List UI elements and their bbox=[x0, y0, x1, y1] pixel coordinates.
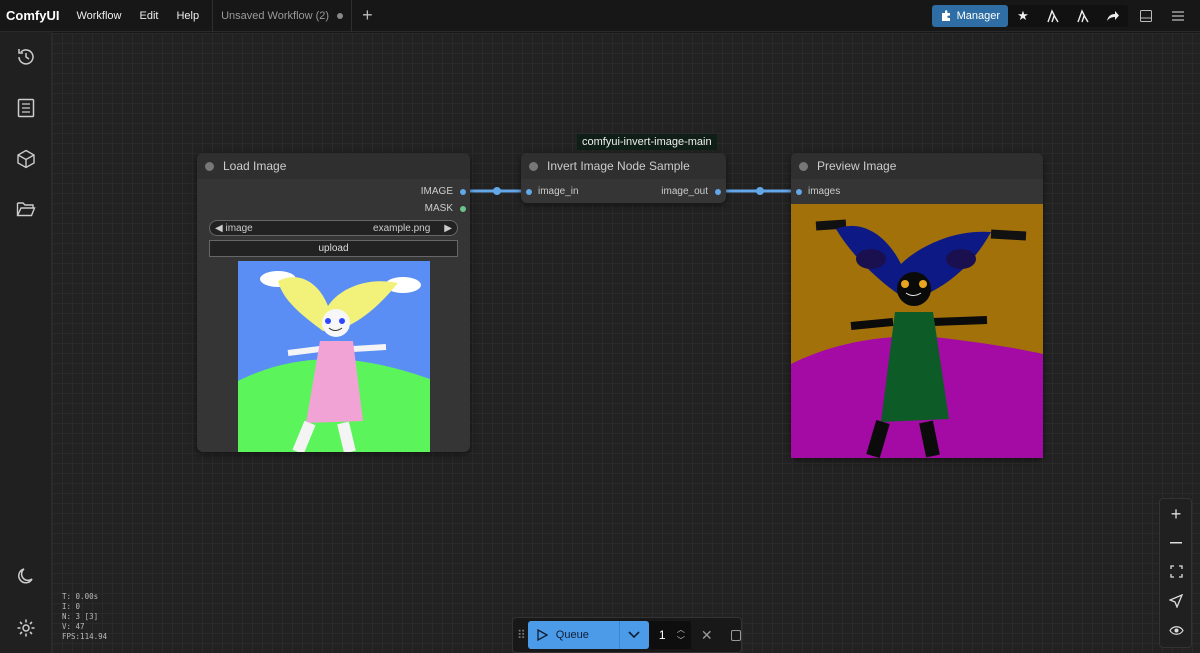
invert-node-title-bar[interactable]: Invert Image Node Sample bbox=[521, 153, 726, 179]
render-stats: T: 0.00s I: 0 N: 3 [3] V: 47 FPS:114.94 bbox=[62, 592, 107, 642]
stat-time: T: 0.00s bbox=[62, 592, 99, 601]
collapse-dot-icon[interactable] bbox=[799, 161, 808, 171]
collapse-dot-icon[interactable] bbox=[529, 161, 538, 171]
image-widget-label: image bbox=[225, 222, 253, 234]
stat-fps: FPS:114.94 bbox=[62, 632, 108, 641]
zoom-out-minus-icon[interactable] bbox=[1166, 533, 1186, 553]
image-widget-value: example.png bbox=[373, 222, 431, 234]
stat-v: V: 47 bbox=[62, 622, 85, 631]
link-midpoint-2 bbox=[756, 187, 764, 195]
output-image-out-label: image_out bbox=[661, 186, 708, 197]
image-combo-widget[interactable]: ◀ image example.png ▶ bbox=[209, 220, 458, 236]
output-image-slot[interactable]: IMAGE bbox=[421, 186, 466, 197]
increment-chevron-icon[interactable]: ︿ bbox=[677, 624, 685, 635]
preview-node-title-bar[interactable]: Preview Image bbox=[791, 153, 1043, 179]
combo-left-arrow-icon[interactable]: ◀ image bbox=[215, 223, 253, 234]
stop-square-icon[interactable] bbox=[730, 629, 741, 641]
output-image-out-dot[interactable] bbox=[715, 188, 721, 195]
batch-count-input[interactable]: 1 ︿ ﹀ bbox=[648, 621, 691, 649]
stat-nodes: N: 3 [3] bbox=[62, 612, 99, 621]
output-mask-dot[interactable] bbox=[460, 205, 466, 212]
queue-button[interactable]: Queue bbox=[527, 621, 623, 649]
fit-view-icon[interactable] bbox=[1166, 561, 1186, 581]
output-image-dot[interactable] bbox=[460, 188, 466, 195]
toggle-links-eye-icon[interactable] bbox=[1166, 620, 1186, 640]
load-image-node[interactable]: Load Image IMAGE MASK ◀ image example.pn… bbox=[197, 153, 470, 452]
invert-image-node[interactable]: Invert Image Node Sample image_in image_… bbox=[521, 153, 726, 203]
preview-node-title: Preview Image bbox=[817, 159, 897, 173]
upload-button[interactable]: upload bbox=[209, 240, 458, 257]
decrement-chevron-icon[interactable]: ﹀ bbox=[677, 635, 685, 646]
play-icon bbox=[537, 629, 548, 641]
input-images-label: images bbox=[808, 186, 841, 197]
output-image-label: IMAGE bbox=[420, 186, 453, 197]
zoom-in-plus-icon[interactable]: + bbox=[1166, 504, 1186, 524]
queue-dropdown-chevron-icon[interactable] bbox=[618, 621, 649, 649]
collapse-dot-icon[interactable] bbox=[205, 161, 214, 171]
invert-node-title: Invert Image Node Sample bbox=[547, 159, 690, 173]
input-image-in-slot[interactable]: image_in bbox=[526, 186, 579, 197]
load-image-title: Load Image bbox=[223, 159, 287, 173]
queue-toolbar: ⠿ Queue 1 ︿ ﹀ ✕ bbox=[512, 617, 742, 653]
cancel-x-icon[interactable]: ✕ bbox=[701, 627, 713, 644]
output-mask-label: MASK bbox=[424, 203, 453, 214]
canvas-controls: + bbox=[1159, 498, 1192, 648]
queue-label: Queue bbox=[555, 629, 589, 641]
input-image-in-dot[interactable] bbox=[526, 188, 532, 195]
output-mask-slot[interactable]: MASK bbox=[425, 203, 466, 214]
output-image-preview bbox=[791, 204, 1043, 458]
load-image-title-bar[interactable]: Load Image bbox=[197, 153, 470, 179]
input-image-preview bbox=[238, 261, 430, 452]
preview-image-node[interactable]: Preview Image images bbox=[791, 153, 1043, 458]
input-images-dot[interactable] bbox=[796, 188, 802, 195]
input-image-in-label: image_in bbox=[538, 186, 579, 197]
stat-i: I: 0 bbox=[62, 602, 81, 611]
select-mode-arrow-icon[interactable] bbox=[1166, 591, 1186, 611]
drag-handle-icon[interactable]: ⠿ bbox=[517, 628, 526, 642]
input-images-slot[interactable]: images bbox=[796, 186, 840, 197]
combo-right-arrow-icon[interactable]: ▶ bbox=[444, 223, 452, 234]
link-midpoint-1 bbox=[493, 187, 501, 195]
output-image-out-slot[interactable]: image_out bbox=[661, 186, 721, 197]
batch-count-value: 1 bbox=[658, 628, 666, 642]
